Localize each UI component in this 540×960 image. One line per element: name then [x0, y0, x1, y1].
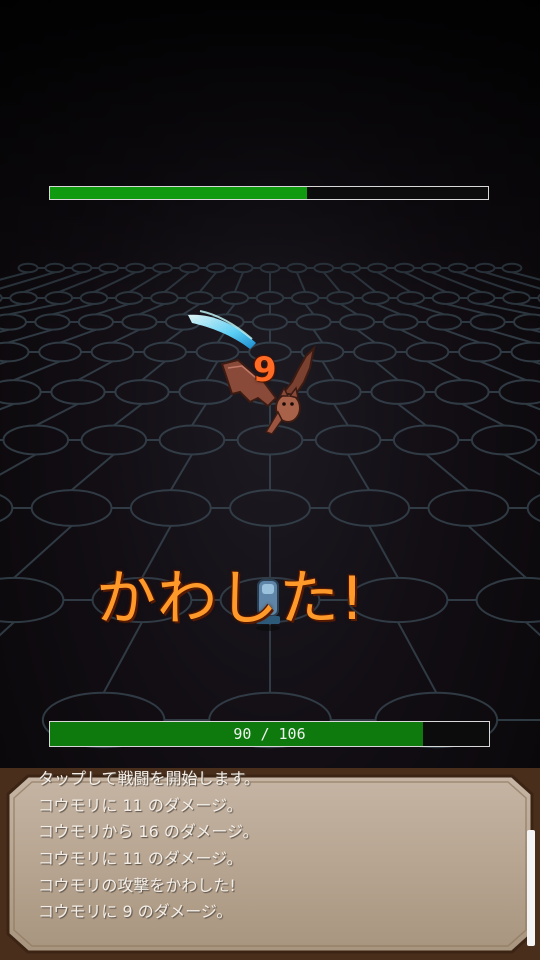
- log-line: コウモリに 11 のダメージ。: [38, 795, 243, 815]
- log-line: コウモリに 11 のダメージ。: [38, 849, 243, 869]
- log-line: タップして戦闘を開始します。: [38, 769, 260, 788]
- player-hp-bar: 90 / 106: [49, 721, 490, 747]
- battle-screen[interactable]: 9 かわした! 90 / 106 タップして戦闘を開始します。 コウモリに 11 …: [0, 0, 540, 960]
- log-line: コウモリから 16 のダメージ。: [38, 822, 259, 842]
- player-hp-text: 90 / 106: [233, 725, 306, 743]
- dodge-message: かわした!: [96, 564, 366, 634]
- damage-number: 9: [253, 350, 277, 390]
- log-scrollbar[interactable]: [527, 830, 535, 946]
- log-line: コウモリに 9 のダメージ。: [38, 902, 233, 922]
- enemy-hp-bar: [49, 186, 489, 200]
- battle-log[interactable]: タップして戦闘を開始します。 コウモリに 11 のダメージ。 コウモリから 16 の…: [38, 766, 508, 926]
- enemy-hp-fill: [50, 187, 308, 199]
- log-line: コウモリの攻撃をかわした!: [38, 875, 236, 895]
